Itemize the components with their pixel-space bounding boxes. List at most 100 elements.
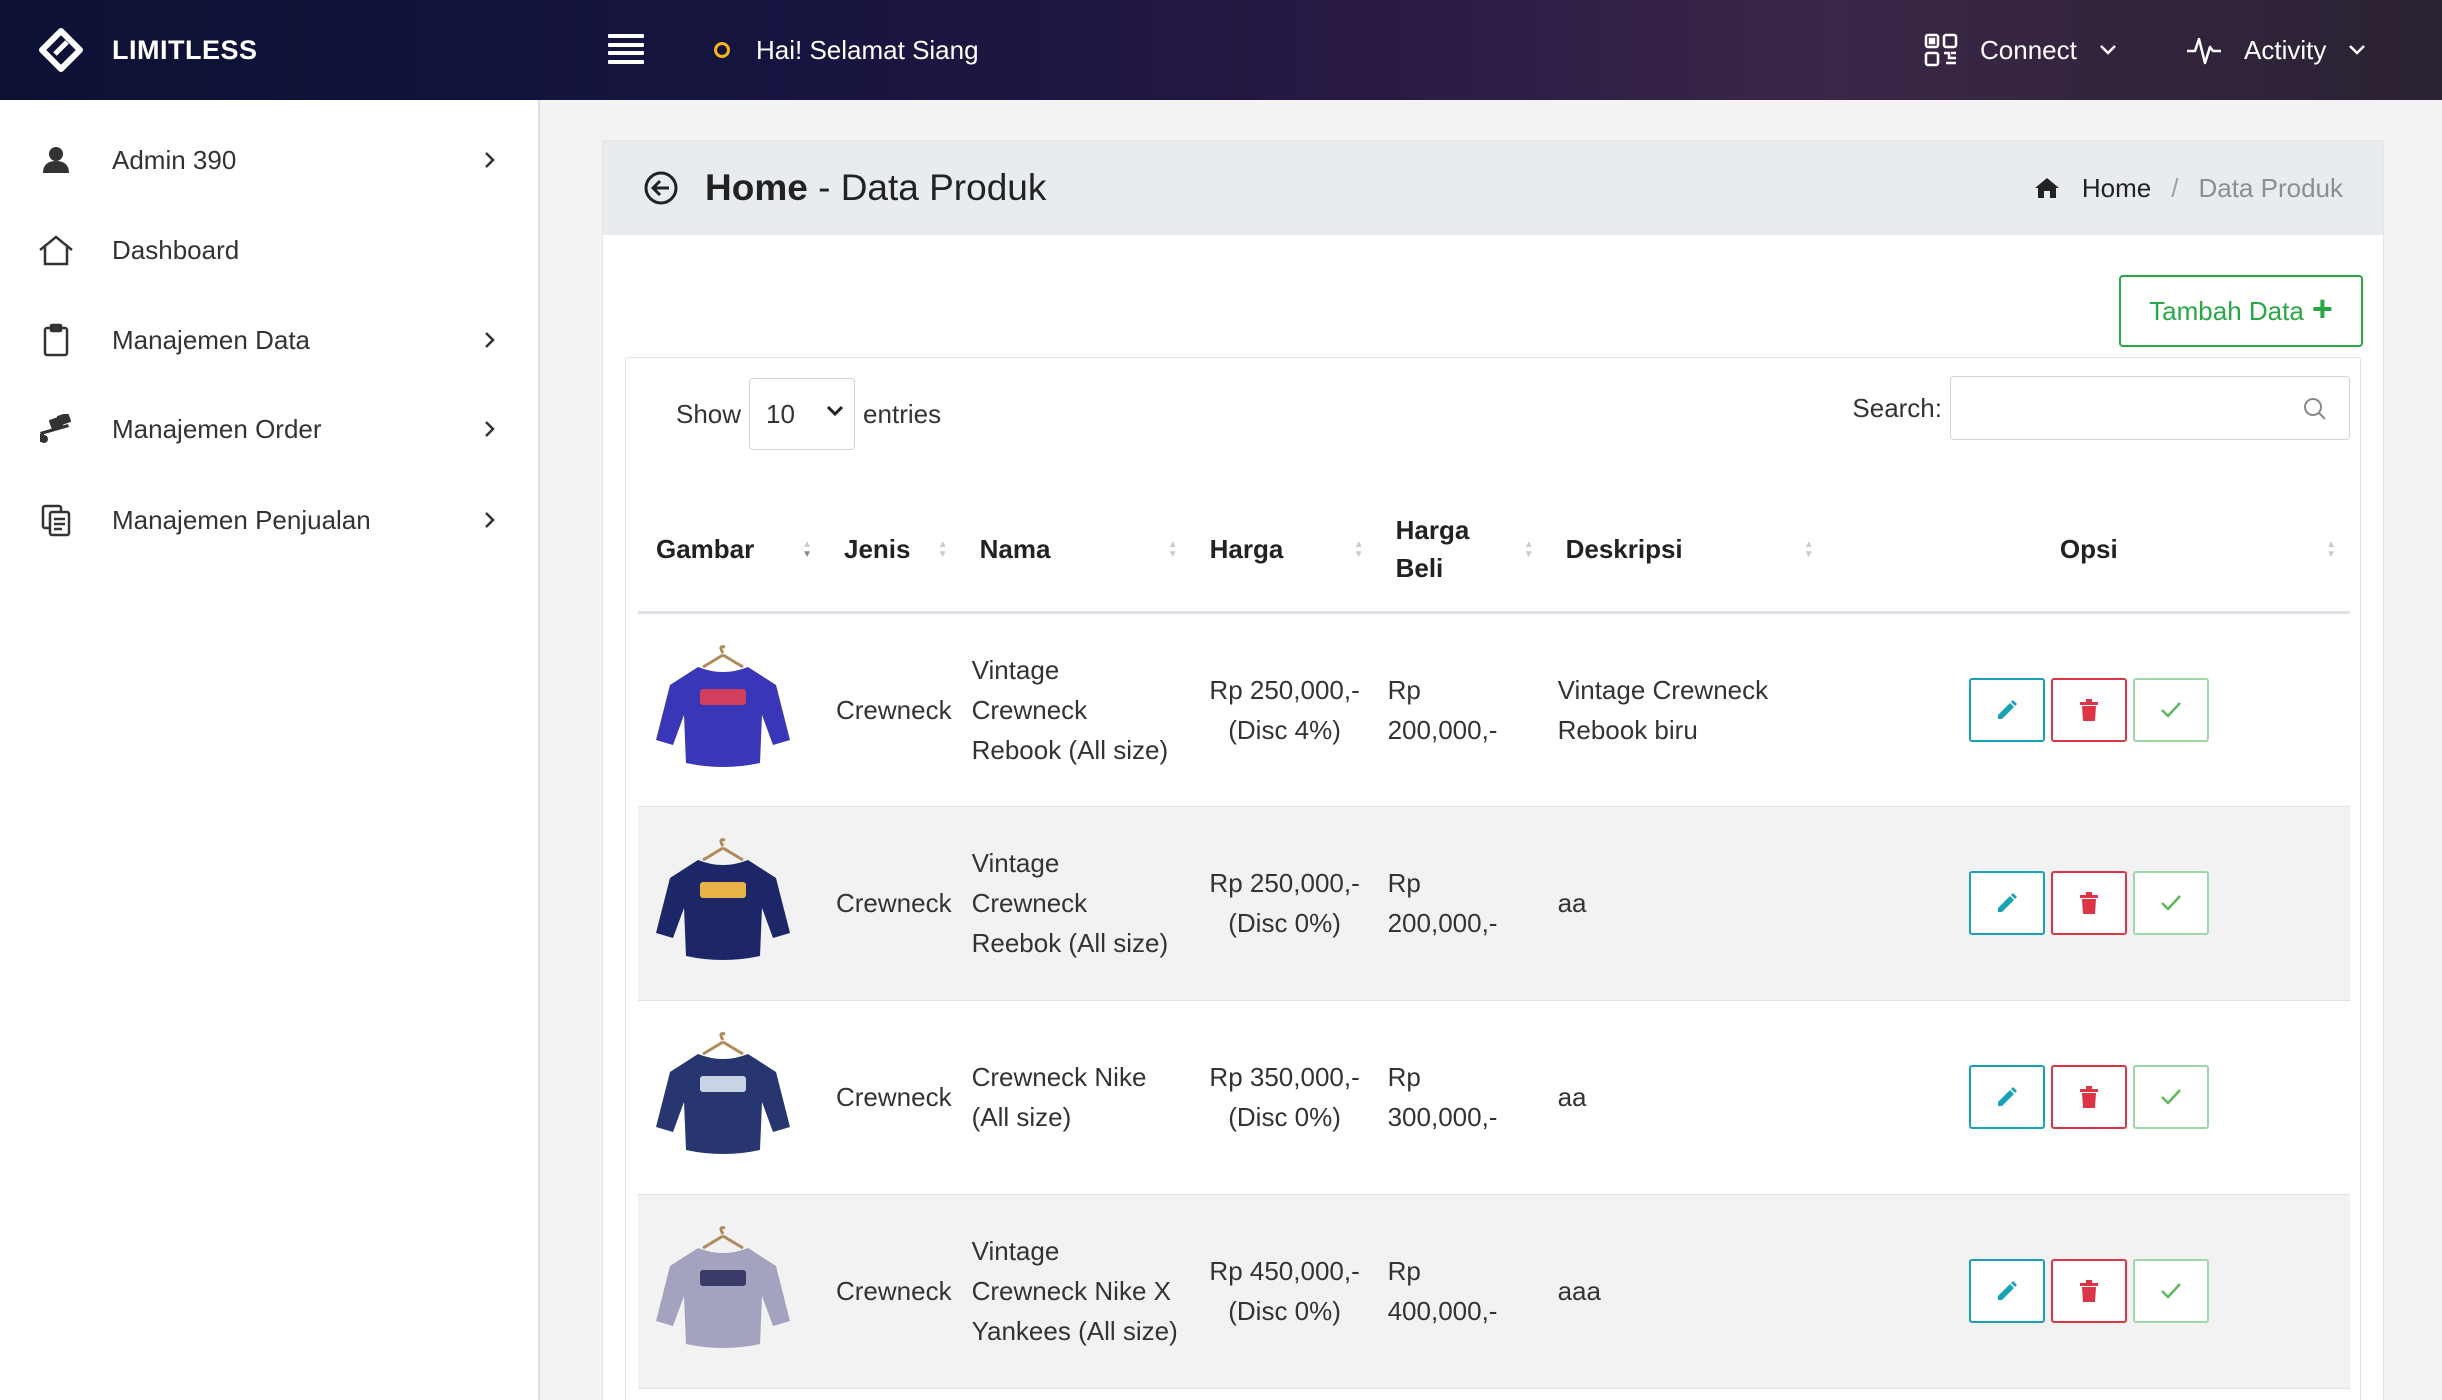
product-image[interactable]	[648, 1032, 798, 1162]
content-card: Home - Data Produk Home / Data Produk Ta…	[602, 140, 2384, 1400]
brand[interactable]: LIMITLESS	[38, 0, 258, 100]
delete-button[interactable]	[2050, 1259, 2127, 1323]
trash-icon	[2079, 1086, 2098, 1108]
page-header: Home - Data Produk Home / Data Produk	[603, 141, 2383, 235]
column-header-opsi[interactable]: Opsi ▲ ▼	[1827, 488, 2350, 614]
edit-button[interactable]	[1968, 871, 2045, 935]
back-arrow-icon[interactable]	[643, 170, 679, 206]
sidebar-item-label: Dashboard	[112, 234, 240, 265]
activity-menu[interactable]: Activity	[2186, 0, 2366, 100]
edit-button[interactable]	[1968, 1065, 2045, 1129]
column-header-deskripsi[interactable]: Deskripsi ▲ ▼	[1547, 488, 1828, 614]
column-header-nama[interactable]: Nama ▲ ▼	[961, 488, 1192, 614]
breadcrumb: Home / Data Produk	[2034, 173, 2343, 204]
confirm-button[interactable]	[2132, 1259, 2209, 1323]
cell-opsi	[1827, 612, 2350, 807]
plus-icon: +	[2311, 288, 2333, 329]
cell-deskripsi: aa	[1547, 1000, 1828, 1195]
column-header-harga-beli[interactable]: Harga Beli ▲ ▼	[1377, 488, 1548, 614]
product-image[interactable]	[648, 838, 798, 968]
cell-jenis: Crewneck	[826, 1000, 962, 1195]
product-image[interactable]	[648, 1226, 798, 1356]
sidebar-item-manajemen-order[interactable]: Manajemen Order	[0, 389, 540, 469]
cell-jenis: Crewneck	[826, 1194, 962, 1389]
cell-deskripsi: aaa	[1547, 1194, 1828, 1389]
page-title: Home - Data Produk	[705, 167, 1046, 209]
cell-harga: Rp 450,000,- (Disc 0%)	[1191, 1194, 1378, 1389]
cell-nama: Vintage Crewneck Rebook (All size)	[961, 612, 1192, 807]
trash-icon	[2079, 1280, 2098, 1302]
sidebar-item-label: Manajemen Data	[112, 324, 310, 355]
edit-button[interactable]	[1968, 677, 2045, 742]
table-row: Crewneck Vintage Crewneck Reebok (All si…	[638, 806, 2350, 1001]
pencil-icon	[1997, 893, 2017, 912]
confirm-button[interactable]	[2132, 1065, 2209, 1129]
greeting: Hai! Selamat Siang	[714, 0, 979, 100]
table-row: Crewneck Vintage Crewneck Nike X Yankees…	[638, 1194, 2350, 1389]
cell-jenis: Crewneck	[826, 806, 962, 1001]
cell-harga-beli: Rp 200,000,-	[1377, 806, 1548, 1001]
sidebar: Admin 390 Dashboard Manajemen Data Manaj…	[0, 100, 540, 1400]
delete-button[interactable]	[2050, 871, 2127, 935]
sort-icon: ▲ ▼	[1167, 539, 1178, 560]
greeting-text: Hai! Selamat Siang	[756, 34, 979, 65]
entries-label: entries	[863, 398, 942, 429]
check-icon	[2160, 1283, 2181, 1299]
confirm-button[interactable]	[2132, 871, 2209, 935]
sort-icon: ▲ ▼	[2326, 539, 2336, 560]
edit-button[interactable]	[1968, 1259, 2045, 1323]
breadcrumb-home[interactable]: Home	[2082, 173, 2151, 204]
cell-opsi	[1827, 1000, 2350, 1195]
chevron-right-icon	[485, 512, 495, 528]
trash-icon	[2079, 698, 2098, 721]
clipboard-icon	[38, 322, 74, 358]
home-icon	[2034, 178, 2059, 198]
column-header-gambar[interactable]: Gambar ▲ ▼	[638, 488, 826, 614]
page-title-rest: - Data Produk	[807, 167, 1047, 208]
entries-select[interactable]: 10	[749, 378, 856, 450]
qrcode-icon	[1924, 33, 1958, 67]
confirm-button[interactable]	[2132, 677, 2209, 742]
entries-control: Show 10 entries	[676, 378, 941, 450]
connect-menu[interactable]: Connect	[1924, 0, 2117, 100]
product-image[interactable]	[648, 644, 798, 775]
sidebar-item-admin[interactable]: Admin 390	[0, 120, 540, 200]
cell-nama: Vintage Crewneck Reebok (All size)	[961, 806, 1192, 1001]
sidebar-item-dashboard[interactable]: Dashboard	[0, 210, 540, 290]
connect-label: Connect	[1980, 34, 2077, 65]
cell-harga: Rp 350,000,- (Disc 0%)	[1191, 1000, 1378, 1195]
cell-gambar	[638, 612, 826, 807]
entries-select-value: 10	[766, 398, 795, 429]
cell-opsi	[1827, 1194, 2350, 1389]
column-header-harga[interactable]: Harga ▲ ▼	[1191, 488, 1378, 614]
activity-label: Activity	[2244, 34, 2327, 65]
chevron-right-icon	[485, 421, 495, 437]
pencil-icon	[1997, 699, 2017, 719]
check-icon	[2160, 895, 2181, 911]
breadcrumb-separator: /	[2171, 172, 2179, 203]
cell-nama: Crewneck Nike (All size)	[961, 1000, 1192, 1195]
top-navbar: LIMITLESS Hai! Selamat Siang Connect Act…	[0, 0, 2442, 100]
sidebar-item-label: Manajemen Order	[112, 413, 322, 444]
search-input[interactable]	[1950, 376, 2350, 440]
sidebar-item-manajemen-data[interactable]: Manajemen Data	[0, 300, 540, 380]
delete-button[interactable]	[2050, 677, 2127, 742]
table-row: Crewneck Vintage Crewneck Rebook (All si…	[638, 612, 2350, 807]
column-header-jenis[interactable]: Jenis ▲ ▼	[826, 488, 962, 614]
chevron-right-icon	[485, 152, 495, 168]
trash-icon	[2079, 892, 2098, 914]
table-row: Crewneck Crewneck Nike (All size) Rp 350…	[638, 1000, 2350, 1195]
cell-harga: Rp 250,000,- (Disc 0%)	[1191, 806, 1378, 1001]
check-icon	[2160, 701, 2181, 718]
add-data-button[interactable]: Tambah Data +	[2119, 275, 2363, 347]
search-label: Search:	[1852, 392, 1942, 423]
status-dot-icon	[714, 42, 730, 58]
cell-deskripsi: Vintage Crewneck Rebook biru	[1547, 612, 1828, 807]
sort-icon: ▲ ▼	[1803, 539, 1814, 560]
sidebar-item-label: Admin 390	[112, 144, 237, 175]
delete-button[interactable]	[2050, 1065, 2127, 1129]
chevron-right-icon	[485, 332, 495, 348]
sidebar-item-manajemen-penjualan[interactable]: Manajemen Penjualan	[0, 480, 540, 560]
search-control: Search:	[1852, 376, 2350, 440]
menu-toggle-icon[interactable]	[608, 34, 644, 64]
